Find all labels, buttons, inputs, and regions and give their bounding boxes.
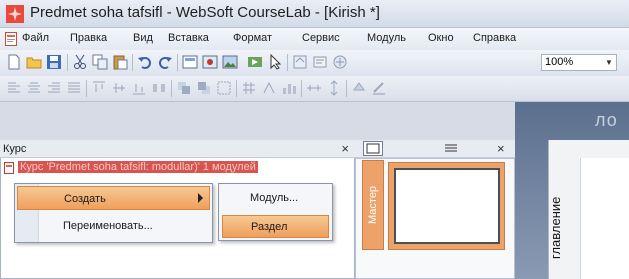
save-icon[interactable]: [46, 54, 62, 70]
master-tab-label: Мастер: [367, 185, 379, 225]
grid-icon[interactable]: [241, 80, 257, 96]
preview-icon[interactable]: [292, 54, 308, 70]
menu-item-label: Создать: [64, 193, 106, 205]
menu-item-section[interactable]: Раздел: [222, 215, 329, 238]
menu-item-rename[interactable]: Переименовать...: [17, 214, 210, 238]
pointer-icon[interactable]: [267, 54, 283, 70]
menu-help[interactable]: Справка: [473, 32, 516, 44]
document-icon[interactable]: [5, 32, 17, 46]
list-view-tab-icon[interactable]: [441, 141, 461, 156]
new-document-icon[interactable]: [6, 54, 22, 70]
context-menu: Создать Переименовать...: [14, 183, 213, 243]
toolbar-separator: [67, 54, 68, 71]
chevron-down-icon[interactable]: ▼: [603, 56, 615, 69]
slide-thumbnail[interactable]: [394, 168, 500, 244]
chart-icon[interactable]: [281, 80, 297, 96]
toolbar-separator: [132, 54, 133, 71]
toolbar-separator: [346, 80, 347, 97]
copy-icon[interactable]: [92, 54, 108, 70]
cut-icon[interactable]: [72, 54, 88, 70]
align-top-icon[interactable]: [91, 80, 107, 96]
group-icon[interactable]: [216, 80, 232, 96]
menu-item-label: Переименовать...: [63, 220, 153, 232]
slide-view-tab-icon[interactable]: [363, 141, 383, 156]
course-icon: [4, 162, 14, 174]
toolbar-separator: [287, 54, 288, 71]
toolbar-separator: [86, 80, 87, 97]
editor-tab-text: ло: [595, 110, 618, 130]
open-folder-icon[interactable]: [26, 54, 42, 70]
create-submenu: Модуль... Раздел: [218, 183, 333, 241]
size-icon[interactable]: [326, 80, 342, 96]
alignment-toolbar: [0, 76, 629, 102]
align-middle-icon[interactable]: [111, 80, 127, 96]
toolbar-separator: [236, 80, 237, 97]
properties-icon[interactable]: [312, 54, 328, 70]
order-front-icon[interactable]: [176, 80, 192, 96]
align-left-icon[interactable]: [6, 80, 22, 96]
courselab-app-icon[interactable]: [6, 5, 24, 23]
undo-icon[interactable]: [137, 54, 153, 70]
menu-file[interactable]: Файл: [22, 32, 49, 44]
menu-item-create[interactable]: Создать: [17, 186, 210, 210]
toolbar-separator: [177, 54, 178, 71]
course-pane-header: Курс ×: [0, 140, 355, 158]
menu-item-label: Модуль...: [250, 192, 299, 204]
insert-picture-icon[interactable]: [202, 54, 218, 70]
title-bar: Predmet soha tafsifl - WebSoft CourseLab…: [0, 0, 629, 28]
course-pane-title: Курс: [3, 143, 27, 155]
menu-view[interactable]: Вид: [133, 32, 153, 44]
course-tree-item[interactable]: Курс 'Predmet soha tafsifl: modullar)' 1…: [4, 160, 344, 176]
menu-edit[interactable]: Правка: [70, 32, 107, 44]
close-icon[interactable]: ×: [341, 141, 349, 156]
toolbar-separator: [301, 80, 302, 97]
align-right-icon[interactable]: [46, 80, 62, 96]
zoom-value: 100%: [545, 56, 574, 68]
zoom-select[interactable]: 100% ▼: [541, 54, 617, 71]
close-icon[interactable]: ×: [497, 141, 505, 156]
line-color-icon[interactable]: [371, 80, 387, 96]
align-justify-icon[interactable]: [66, 80, 82, 96]
submenu-arrow-icon: [198, 193, 203, 203]
menu-item-module[interactable]: Модуль...: [222, 187, 329, 210]
menu-window[interactable]: Окно: [428, 32, 454, 44]
course-tree-label: Курс 'Predmet soha tafsifl: modullar)' 1…: [18, 161, 258, 173]
menu-item-label: Раздел: [251, 221, 288, 233]
order-back-icon[interactable]: [196, 80, 212, 96]
align-center-icon[interactable]: [26, 80, 42, 96]
spacing-icon[interactable]: [306, 80, 322, 96]
slide-canvas[interactable]: [580, 158, 629, 279]
paste-icon[interactable]: [112, 54, 128, 70]
menu-module[interactable]: Модуль: [367, 32, 406, 44]
insert-image-icon[interactable]: [222, 54, 238, 70]
distribute-icon[interactable]: [151, 80, 167, 96]
menu-tools[interactable]: Сервис: [302, 32, 340, 44]
insert-slide-icon[interactable]: [182, 54, 198, 70]
fill-color-icon[interactable]: [351, 80, 367, 96]
snap-icon[interactable]: [261, 80, 277, 96]
menu-insert[interactable]: Вставка: [168, 32, 209, 44]
window-title: Predmet soha tafsifl - WebSoft CourseLab…: [30, 4, 380, 21]
menu-bar: Файл Правка Вид Вставка Формат Сервис Мо…: [0, 28, 629, 50]
redo-icon[interactable]: [157, 54, 173, 70]
toolbar-separator: [171, 80, 172, 97]
menu-format[interactable]: Формат: [233, 32, 272, 44]
toc-vertical-tab[interactable]: главление: [548, 176, 572, 279]
align-bottom-icon[interactable]: [131, 80, 147, 96]
slides-pane-header: ×: [355, 140, 515, 158]
insert-flash-icon[interactable]: [247, 54, 263, 70]
publish-icon[interactable]: [332, 54, 348, 70]
standard-toolbar: 100% ▼: [0, 50, 629, 76]
